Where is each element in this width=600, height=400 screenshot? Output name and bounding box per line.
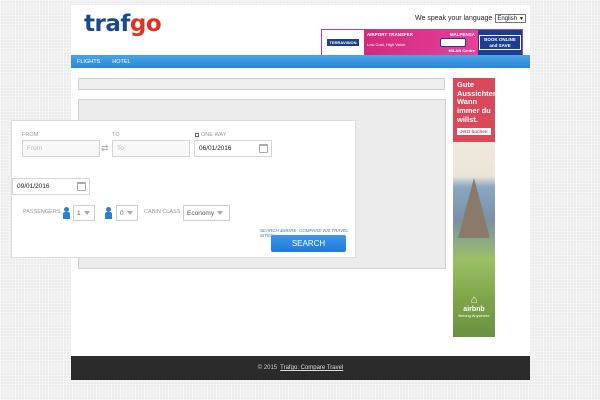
ad-headline: Gute Aussichten. Wann immer du willst. [457, 80, 495, 124]
nav-item-hotel[interactable]: HOTEL [112, 59, 130, 65]
chevron-down-icon [83, 211, 90, 215]
language-label: We speak your language [415, 15, 493, 22]
airbnb-icon: ⌂ [470, 294, 478, 306]
banner-middle: AIRPORT TRANSFER Low Cost, High Value MA… [364, 30, 478, 55]
airbnb-ad[interactable]: Gute Aussichten. Wann immer du willst. J… [453, 78, 495, 337]
ad-header: Gute Aussichten. Wann immer du willst. J… [453, 78, 495, 142]
banner-cta-label: BOOK ONLINE and SAVE [479, 35, 521, 50]
footer: © 2015 Trafgo: Compare Travel [71, 356, 530, 380]
banner-brand-logo: TERRAVISION [322, 30, 364, 55]
main-nav: FLIGHTS HOTEL [71, 55, 530, 68]
ad-brand: ⌂ airbnb Belong Anywhere [453, 294, 495, 318]
flight-search-form: FROM From ⇄ TO To ONE WAY 06/01/2016 09/… [11, 120, 356, 258]
chevron-down-icon [126, 211, 133, 215]
search-button[interactable]: SEARCH [271, 235, 346, 252]
chevron-down-icon [217, 211, 224, 215]
cabin-class-select[interactable]: Economy [183, 205, 230, 221]
one-way-checkbox[interactable] [195, 133, 199, 137]
ad-image-pyramid [458, 178, 490, 238]
language-value: English [497, 15, 517, 22]
ad-brand-name: airbnb [463, 306, 485, 313]
cabin-class-value: Economy [187, 209, 215, 217]
banner-airport: MALPENSA [449, 32, 475, 37]
ad-book-button[interactable]: Jetzt buchen [457, 128, 491, 136]
cabin-class-label: CABIN CLASS [144, 209, 181, 215]
one-way-option[interactable]: ONE WAY [195, 132, 226, 138]
logo-part-go: go [129, 11, 162, 37]
airport-transfer-banner[interactable]: TERRAVISION AIRPORT TRANSFER Low Cost, H… [321, 29, 523, 56]
banner-cta[interactable]: BOOK ONLINE and SAVE [478, 30, 522, 55]
return-date-input[interactable]: 09/01/2016 [12, 178, 90, 195]
bus-icon [440, 38, 466, 47]
ad-slogan: Belong Anywhere [458, 313, 490, 318]
swap-icon[interactable]: ⇄ [101, 143, 109, 154]
to-label: TO [112, 132, 120, 138]
logo-part-traf: traf [84, 11, 130, 37]
return-date-value: 09/01/2016 [17, 183, 50, 190]
from-label: FROM [22, 132, 39, 138]
banner-city: MILAN Centre [448, 48, 475, 53]
from-input[interactable]: From [22, 140, 100, 157]
adults-value: 1 [77, 209, 81, 217]
children-select[interactable]: 0 [116, 205, 138, 221]
adult-icon [62, 207, 70, 219]
footer-copyright: © 2015 [257, 365, 278, 371]
language-select[interactable]: English ▼ [495, 14, 526, 23]
children-value: 0 [120, 209, 124, 217]
calendar-icon[interactable] [259, 144, 268, 153]
info-bar [78, 78, 445, 90]
child-icon [104, 207, 112, 219]
trafgo-logo[interactable]: trafgo [84, 11, 162, 37]
depart-date-value: 06/01/2016 [199, 145, 232, 152]
one-way-label: ONE WAY [201, 132, 227, 138]
nav-item-flights[interactable]: FLIGHTS [77, 59, 100, 65]
depart-date-input[interactable]: 06/01/2016 [194, 140, 272, 157]
adults-select[interactable]: 1 [73, 205, 95, 221]
footer-link[interactable]: Trafgo: Compare Travel [280, 365, 343, 371]
chevron-down-icon: ▼ [519, 15, 524, 22]
to-input[interactable]: To [112, 140, 190, 157]
language-picker: We speak your language English ▼ [415, 14, 526, 23]
banner-brand: TERRAVISION [327, 39, 359, 46]
passengers-label: PASSENGERS [23, 209, 61, 215]
calendar-icon[interactable] [77, 182, 86, 191]
